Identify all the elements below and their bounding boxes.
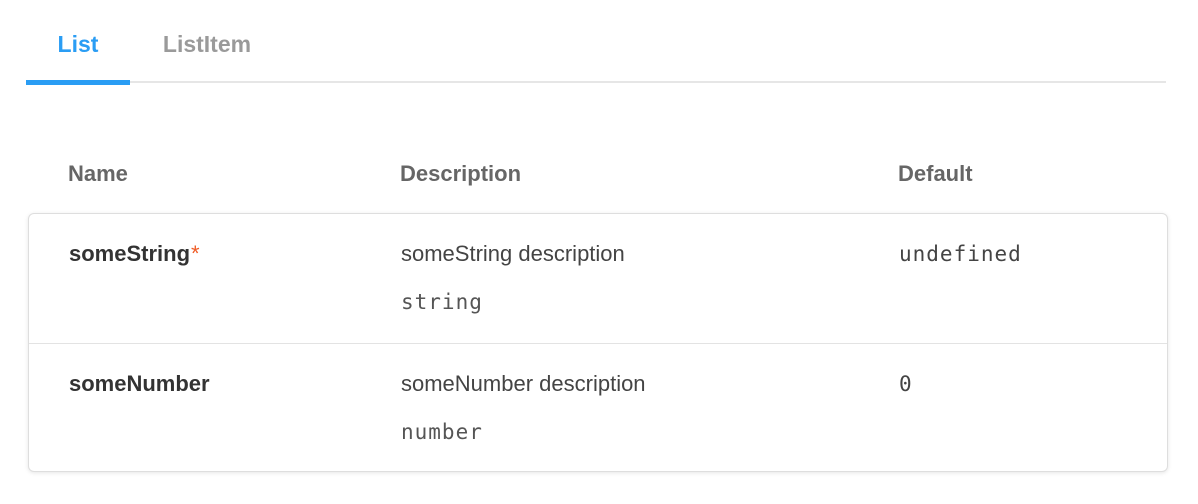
- prop-type: string: [401, 290, 483, 314]
- props-table: someString* someString description strin…: [28, 213, 1168, 472]
- prop-name-cell: someNumber: [69, 366, 211, 402]
- props-panel: List ListItem Name Description Default s…: [0, 0, 1198, 504]
- header-default: Default: [898, 161, 973, 186]
- tab-list[interactable]: List: [26, 0, 130, 85]
- table-row: someString* someString description strin…: [29, 214, 1167, 344]
- prop-default: 0: [899, 372, 913, 396]
- table-row: someNumber someNumber description number…: [29, 344, 1167, 473]
- tab-bar: List ListItem: [26, 0, 1166, 85]
- prop-name-cell: someString*: [69, 236, 200, 272]
- prop-description: someString description: [401, 241, 625, 266]
- prop-name: someNumber: [69, 371, 210, 396]
- required-marker: *: [191, 241, 200, 266]
- prop-description: someNumber description: [401, 371, 646, 396]
- prop-default: undefined: [899, 242, 1022, 266]
- header-name: Name: [68, 161, 128, 186]
- prop-name: someString: [69, 241, 191, 266]
- tab-listitem[interactable]: ListItem: [148, 0, 266, 83]
- table-header: Name Description Default: [0, 156, 1198, 192]
- header-description: Description: [400, 161, 522, 186]
- prop-type: number: [401, 420, 483, 444]
